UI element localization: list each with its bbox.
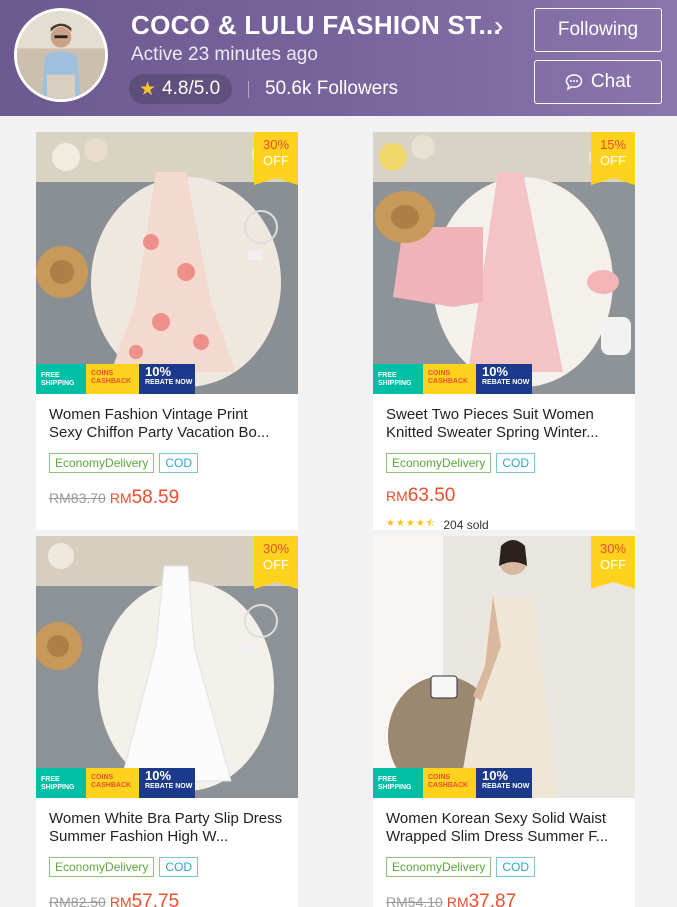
promo-badges: FREE SHIPPING COINS CASHBACK 10% REBATE NOW — [36, 364, 195, 394]
promo-badges: FREE SHIPPING COINS CASHBACK 10% REBATE NOW — [36, 768, 195, 798]
discount-badge: 15% OFF — [591, 132, 635, 185]
free-shipping-badge: FREE SHIPPING — [373, 768, 423, 798]
product-card[interactable]: 15% OFF FREE SHIPPING COINS CASHBACK 10% REB… — [373, 132, 635, 530]
sale-price: 58.59 — [131, 487, 180, 508]
cod-tag: COD — [159, 453, 199, 473]
shop-rating: ★ 4.8/5.0 — [129, 74, 233, 104]
coins-cashback-badge: COINS CASHBACK — [86, 364, 139, 394]
product-image[interactable]: 30% OFF FREE SHIPPING COINS CASHBACK 10% REB… — [36, 132, 298, 394]
product-grid: 30% OFF FREE SHIPPING COINS CASHBACK 10% REB… — [0, 116, 677, 907]
avatar-image — [17, 11, 105, 99]
original-price: RM83.70 — [49, 490, 106, 506]
cod-tag: COD — [496, 453, 536, 473]
product-card[interactable]: 30% OFF FREE SHIPPING COINS CASHBACK 10% REB… — [36, 132, 298, 530]
active-status: Active 23 minutes ago — [131, 44, 318, 65]
sale-price: 37.87 — [468, 891, 517, 907]
rating-value: 4.8/5.0 — [162, 78, 221, 99]
chat-label: Chat — [590, 71, 632, 92]
chat-button[interactable]: Chat — [534, 60, 662, 104]
product-title[interactable]: Sweet Two Pieces Suit Women Knitted Swea… — [386, 406, 622, 442]
discount-badge: 30% OFF — [591, 536, 635, 589]
original-price: RM54.10 — [386, 894, 443, 907]
rebate-badge: 10% REBATE NOW — [476, 364, 532, 394]
followers-count: 50.6k Followers — [265, 78, 399, 99]
original-price: RM82.50 — [49, 894, 106, 907]
shop-header: COCO & LULU FASHION ST... › Active 23 mi… — [0, 0, 677, 116]
free-shipping-badge: FREE SHIPPING — [373, 364, 423, 394]
promo-badges: FREE SHIPPING COINS CASHBACK 10% REBATE NOW — [373, 768, 532, 798]
promo-badges: FREE SHIPPING COINS CASHBACK 10% REBATE NOW — [373, 364, 532, 394]
economy-delivery-tag: EconomyDelivery — [49, 857, 155, 877]
product-tags: EconomyDelivery COD — [386, 453, 635, 473]
product-tags: EconomyDelivery COD — [49, 453, 298, 473]
free-shipping-badge: FREE SHIPPING — [36, 768, 86, 798]
free-shipping-badge: FREE SHIPPING — [36, 364, 86, 394]
product-card[interactable]: 30% OFF FREE SHIPPING COINS CASHBACK 10% REB… — [373, 536, 635, 907]
currency: RM — [386, 488, 408, 504]
sale-price: 63.50 — [407, 485, 456, 506]
discount-badge: 30% OFF — [254, 536, 298, 589]
product-title[interactable]: Women Fashion Vintage Print Sexy Chiffon… — [49, 406, 285, 442]
price-row: RM83.70 RM 58.59 — [49, 487, 298, 509]
product-tags: EconomyDelivery COD — [386, 857, 635, 877]
product-card[interactable]: 30% OFF FREE SHIPPING COINS CASHBACK 10% REB… — [36, 536, 298, 907]
cod-tag: COD — [159, 857, 199, 877]
chat-bubble-icon — [565, 73, 583, 91]
price-row: RM82.50 RM 57.75 — [49, 891, 298, 907]
currency: RM — [109, 894, 132, 907]
coins-cashback-badge: COINS CASHBACK — [86, 768, 139, 798]
product-tags: EconomyDelivery COD — [49, 857, 298, 877]
sold-row: ★★★★⯪ 204 sold — [386, 516, 635, 531]
rating-stars-icon: ★★★★⯪ — [386, 518, 437, 529]
price-row: RM54.10 RM 37.87 — [386, 891, 635, 907]
product-title[interactable]: Women White Bra Party Slip Dress Summer … — [49, 810, 285, 846]
sold-count: 204 sold — [443, 517, 489, 531]
sale-price: 57.75 — [131, 891, 180, 907]
discount-badge: 30% OFF — [254, 132, 298, 185]
product-title[interactable]: Women Korean Sexy Solid Waist Wrapped Sl… — [386, 810, 622, 846]
currency: RM — [446, 894, 469, 907]
currency: RM — [109, 490, 132, 506]
coins-cashback-badge: COINS CASHBACK — [423, 768, 476, 798]
economy-delivery-tag: EconomyDelivery — [49, 453, 155, 473]
divider — [248, 81, 249, 98]
price-row: RM 63.50 — [386, 485, 635, 507]
shop-name[interactable]: COCO & LULU FASHION ST... — [131, 10, 501, 41]
product-image[interactable]: 30% OFF FREE SHIPPING COINS CASHBACK 10% REB… — [373, 536, 635, 798]
chevron-right-icon[interactable]: › — [494, 10, 503, 42]
shop-avatar[interactable] — [14, 8, 108, 102]
product-image[interactable]: 30% OFF FREE SHIPPING COINS CASHBACK 10% REB… — [36, 536, 298, 798]
economy-delivery-tag: EconomyDelivery — [386, 857, 492, 877]
star-icon: ★ — [139, 78, 157, 100]
economy-delivery-tag: EconomyDelivery — [386, 453, 492, 473]
following-button[interactable]: Following — [534, 8, 662, 52]
cod-tag: COD — [496, 857, 536, 877]
coins-cashback-badge: COINS CASHBACK — [423, 364, 476, 394]
rebate-badge: 10% REBATE NOW — [139, 364, 195, 394]
product-image[interactable]: 15% OFF FREE SHIPPING COINS CASHBACK 10% REB… — [373, 132, 635, 394]
rebate-badge: 10% REBATE NOW — [139, 768, 195, 798]
rebate-badge: 10% REBATE NOW — [476, 768, 532, 798]
